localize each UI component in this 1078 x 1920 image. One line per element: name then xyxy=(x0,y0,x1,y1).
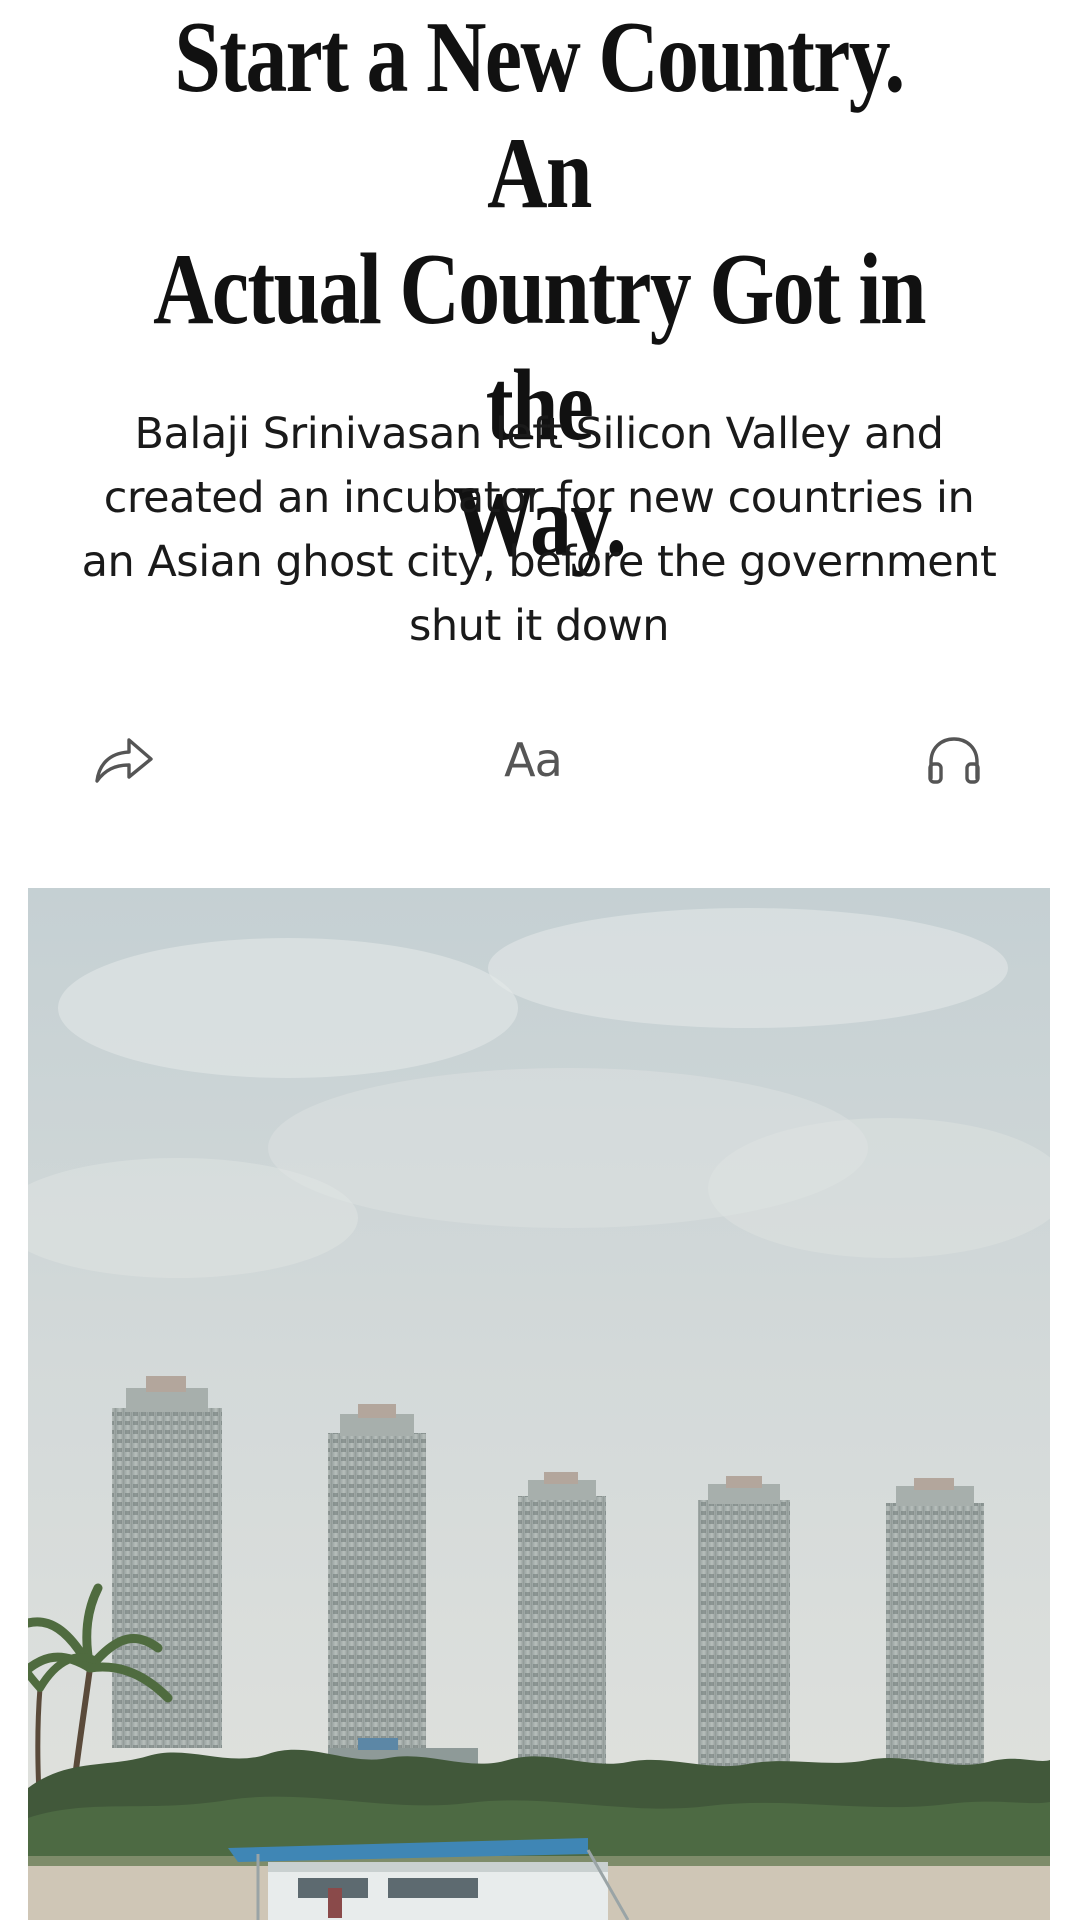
text-size-label: Aa xyxy=(504,733,563,787)
dek-line-1: Balaji Srinivasan left Silicon Valley an… xyxy=(134,409,944,459)
listen-button[interactable] xyxy=(914,720,994,800)
headline-line-1: Start a New Country. An xyxy=(174,1,905,230)
text-size-button[interactable]: Aa xyxy=(488,720,578,800)
article-toolbar: Aa xyxy=(0,720,1078,800)
headphones-icon xyxy=(928,737,980,784)
tower-4 xyxy=(698,1476,790,1778)
hero-image xyxy=(28,888,1050,1920)
ghost-city-photo xyxy=(28,888,1050,1920)
tower-5 xyxy=(886,1478,984,1778)
dek-line-2: created an incubator for new countries i… xyxy=(103,473,975,523)
tower-3 xyxy=(518,1472,606,1778)
share-button[interactable] xyxy=(84,720,164,800)
boat xyxy=(228,1838,630,1920)
article-dek: Balaji Srinivasan left Silicon Valley an… xyxy=(50,402,1028,658)
share-arrow-icon xyxy=(95,738,153,783)
tower-2 xyxy=(328,1404,426,1753)
dek-line-4: shut it down xyxy=(409,601,669,651)
dek-line-3: an Asian ghost city, before the governme… xyxy=(81,537,997,587)
